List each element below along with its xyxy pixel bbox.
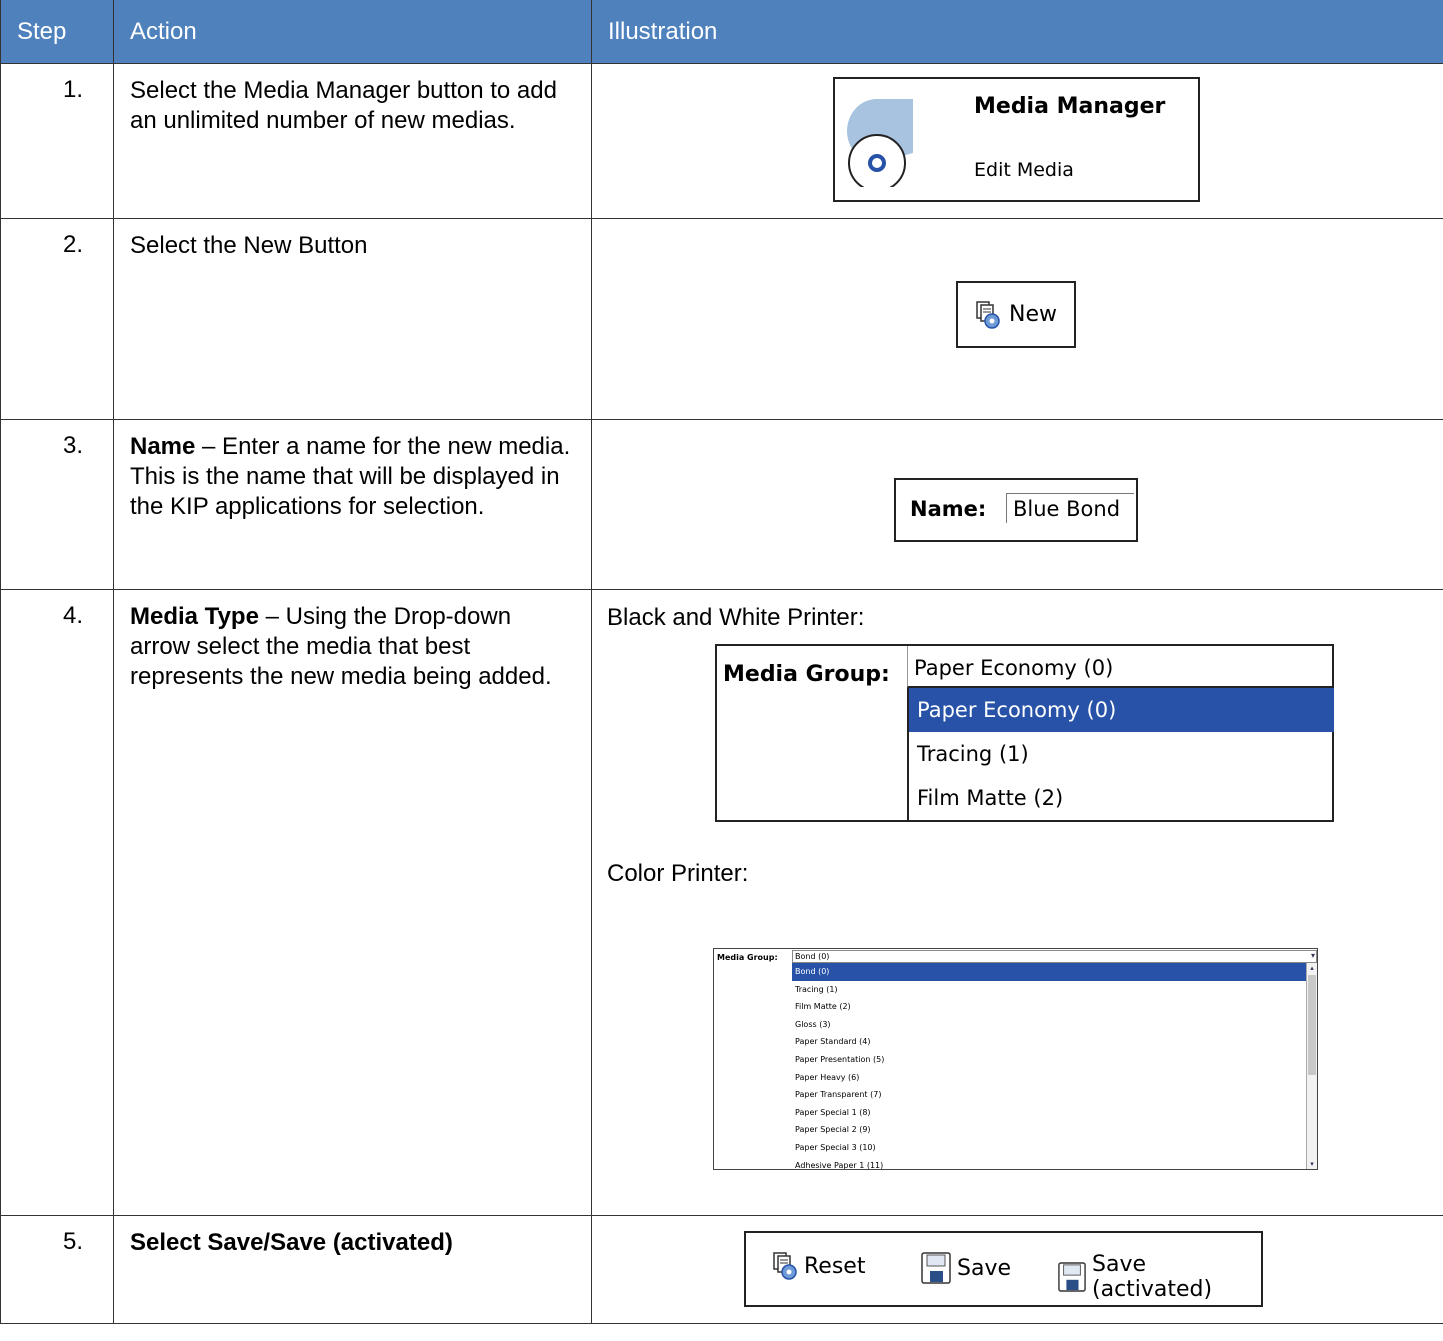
scroll-up-icon[interactable]: ▴ <box>1307 963 1317 973</box>
new-document-icon <box>976 300 1000 329</box>
list-item[interactable]: Paper Economy (0) <box>909 688 1334 732</box>
step-illustration: New <box>591 218 1443 420</box>
list-item[interactable]: Paper Presentation (5) <box>792 1051 1306 1069</box>
media-manager-button[interactable]: Media Manager Edit Media <box>833 77 1200 202</box>
table-row: 5. Select Save/Save (activated) Reset Sa… <box>0 1215 1443 1324</box>
list-item[interactable]: Gloss (3) <box>792 1016 1306 1034</box>
step-action: Select the Media Manager button to add a… <box>113 63 592 219</box>
new-button-label: New <box>1009 302 1057 327</box>
media-manager-subtitle: Edit Media <box>974 159 1074 181</box>
step-action: Select the New Button <box>113 218 592 420</box>
list-item[interactable]: Film Matte (2) <box>909 776 1334 820</box>
step-action: Media Type – Using the Drop-down arrow s… <box>113 589 592 1216</box>
color-printer-heading: Color Printer: <box>607 860 749 887</box>
table-header-row: Step Action Illustration <box>0 0 1443 64</box>
list-item[interactable]: Film Matte (2) <box>792 998 1306 1016</box>
step-action-bold: Select Save/Save (activated) <box>130 1229 453 1256</box>
step-number: 4. <box>0 589 114 1216</box>
save-label: Save <box>957 1255 1012 1281</box>
list-item[interactable]: Bond (0) <box>792 963 1306 981</box>
media-group-select[interactable]: Paper Economy (0) <box>907 646 1334 688</box>
list-item[interactable]: Tracing (1) <box>909 732 1334 776</box>
media-manager-title: Media Manager <box>974 94 1166 119</box>
step-action: Name – Enter a name for the new media. T… <box>113 419 592 590</box>
media-group-label: Media Group: <box>717 953 778 962</box>
save-button[interactable]: Save <box>921 1252 1011 1284</box>
table-row: 3. Name – Enter a name for the new media… <box>0 419 1443 590</box>
step-illustration: Name: Blue Bond <box>591 419 1443 590</box>
step-number: 2. <box>0 218 114 420</box>
reset-label: Reset <box>804 1253 866 1279</box>
media-group-select[interactable]: Bond (0) ▾ <box>792 950 1317 963</box>
floppy-disk-icon <box>1058 1262 1086 1292</box>
step-number: 1. <box>0 63 114 219</box>
step-illustration: Reset Save Save (activated) <box>591 1215 1443 1324</box>
list-item[interactable]: Adhesive Paper 1 (11) <box>792 1157 1306 1169</box>
chevron-down-icon[interactable]: ▾ <box>1311 951 1315 960</box>
step-action-bold: Media Type <box>130 603 259 630</box>
reset-button[interactable]: Reset <box>772 1252 865 1280</box>
step-number: 5. <box>0 1215 114 1324</box>
list-item[interactable]: Paper Heavy (6) <box>792 1069 1306 1087</box>
scrollbar[interactable]: ▴ ▾ <box>1306 963 1317 1169</box>
list-item[interactable]: Paper Special 3 (10) <box>792 1139 1306 1157</box>
color-media-group-dropdown: Media Group: Bond (0) ▾ Bond (0) Tracing… <box>713 948 1318 1170</box>
media-group-selected: Bond (0) <box>795 952 830 961</box>
step-illustration: Black and White Printer: Media Group: Pa… <box>591 589 1443 1216</box>
step-action-bold: Name <box>130 433 196 460</box>
media-group-label: Media Group: <box>723 662 890 687</box>
step-number: 3. <box>0 419 114 590</box>
scrollbar-thumb[interactable] <box>1308 975 1316 1075</box>
header-step: Step <box>0 0 114 64</box>
new-button[interactable]: New <box>956 281 1076 348</box>
scroll-down-icon[interactable]: ▾ <box>1307 1159 1317 1169</box>
list-item[interactable]: Tracing (1) <box>792 981 1306 999</box>
list-item[interactable]: Paper Standard (4) <box>792 1033 1306 1051</box>
table-row: 4. Media Type – Using the Drop-down arro… <box>0 589 1443 1216</box>
list-item[interactable]: Paper Transparent (7) <box>792 1086 1306 1104</box>
floppy-disk-icon <box>921 1252 951 1284</box>
step-action: Select Save/Save (activated) <box>113 1215 592 1324</box>
header-action: Action <box>113 0 592 64</box>
step-action-text: – Enter a name for the new media. This i… <box>130 433 571 520</box>
header-illustration: Illustration <box>591 0 1443 64</box>
reset-document-icon <box>773 1252 797 1280</box>
name-input[interactable]: Blue Bond <box>1006 493 1134 523</box>
media-roll-icon <box>847 99 913 187</box>
save-activated-label: Save (activated) <box>1092 1252 1213 1302</box>
table-row: 1. Select the Media Manager button to ad… <box>0 63 1443 219</box>
save-toolbar: Reset Save Save (activated) <box>744 1231 1263 1307</box>
step-illustration: Media Manager Edit Media <box>591 63 1443 219</box>
save-activated-button[interactable]: Save (activated) <box>1058 1252 1261 1302</box>
table-row: 2. Select the New Button New <box>0 218 1443 420</box>
name-field-group: Name: Blue Bond <box>894 478 1138 542</box>
list-item[interactable]: Paper Special 2 (9) <box>792 1121 1306 1139</box>
list-item[interactable]: Paper Special 1 (8) <box>792 1104 1306 1122</box>
bw-media-group-dropdown: Media Group: Paper Economy (0) Paper Eco… <box>715 644 1334 822</box>
media-group-list: Bond (0) Tracing (1) Film Matte (2) Glos… <box>792 963 1306 1169</box>
media-group-list: Paper Economy (0) Tracing (1) Film Matte… <box>907 688 1334 822</box>
bw-printer-heading: Black and White Printer: <box>607 604 865 631</box>
name-label: Name: <box>910 497 987 521</box>
steps-table: Step Action Illustration 1. Select the M… <box>0 0 1443 1324</box>
